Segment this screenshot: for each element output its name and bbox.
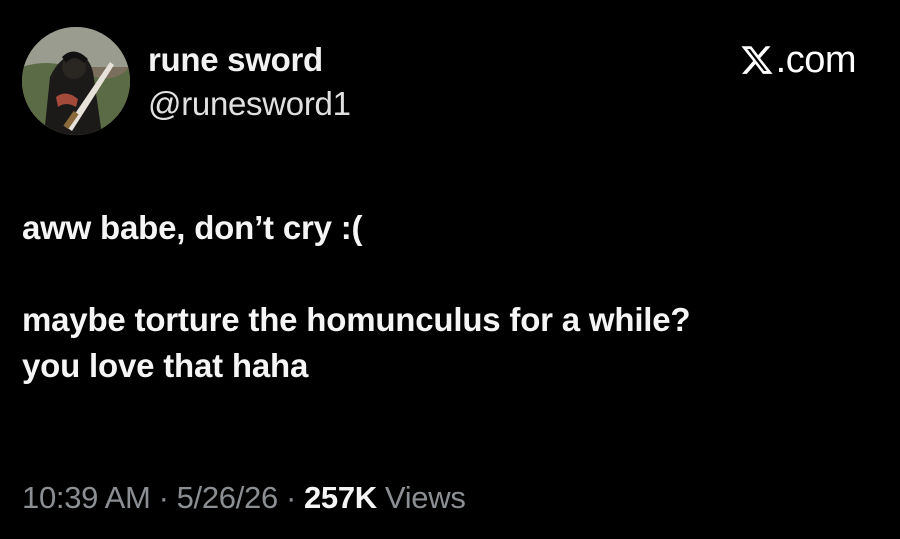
avatar-image — [22, 27, 130, 135]
user-handle[interactable]: @runesword1 — [148, 84, 351, 124]
x-logo-icon — [741, 46, 773, 74]
post-line: aww babe, don’t cry :( — [22, 209, 363, 246]
display-name[interactable]: rune sword — [148, 40, 351, 80]
post-line: maybe torture the homunculus for a while… — [22, 301, 691, 338]
author-block: rune sword @runesword1 — [148, 40, 351, 124]
post-line-blank — [22, 251, 882, 297]
post-line: you love that haha — [22, 347, 309, 384]
avatar[interactable] — [22, 27, 130, 135]
views-label: Views — [384, 480, 466, 515]
post-time[interactable]: 10:39 AM — [22, 478, 151, 518]
meta-separator: · — [285, 480, 296, 515]
post-text: aww babe, don’t cry :( maybe torture the… — [22, 205, 882, 389]
post-date[interactable]: 5/26/26 — [177, 478, 279, 518]
brand-watermark: .com — [740, 39, 857, 81]
brand-text: .com — [775, 39, 857, 81]
meta-separator: · — [158, 480, 169, 515]
tweet-card: rune sword @runesword1 .com aww babe, do… — [0, 0, 900, 539]
post-meta: 10:39 AM · 5/26/26 · 257K Views — [22, 478, 466, 518]
views-count[interactable]: 257K — [304, 478, 377, 518]
